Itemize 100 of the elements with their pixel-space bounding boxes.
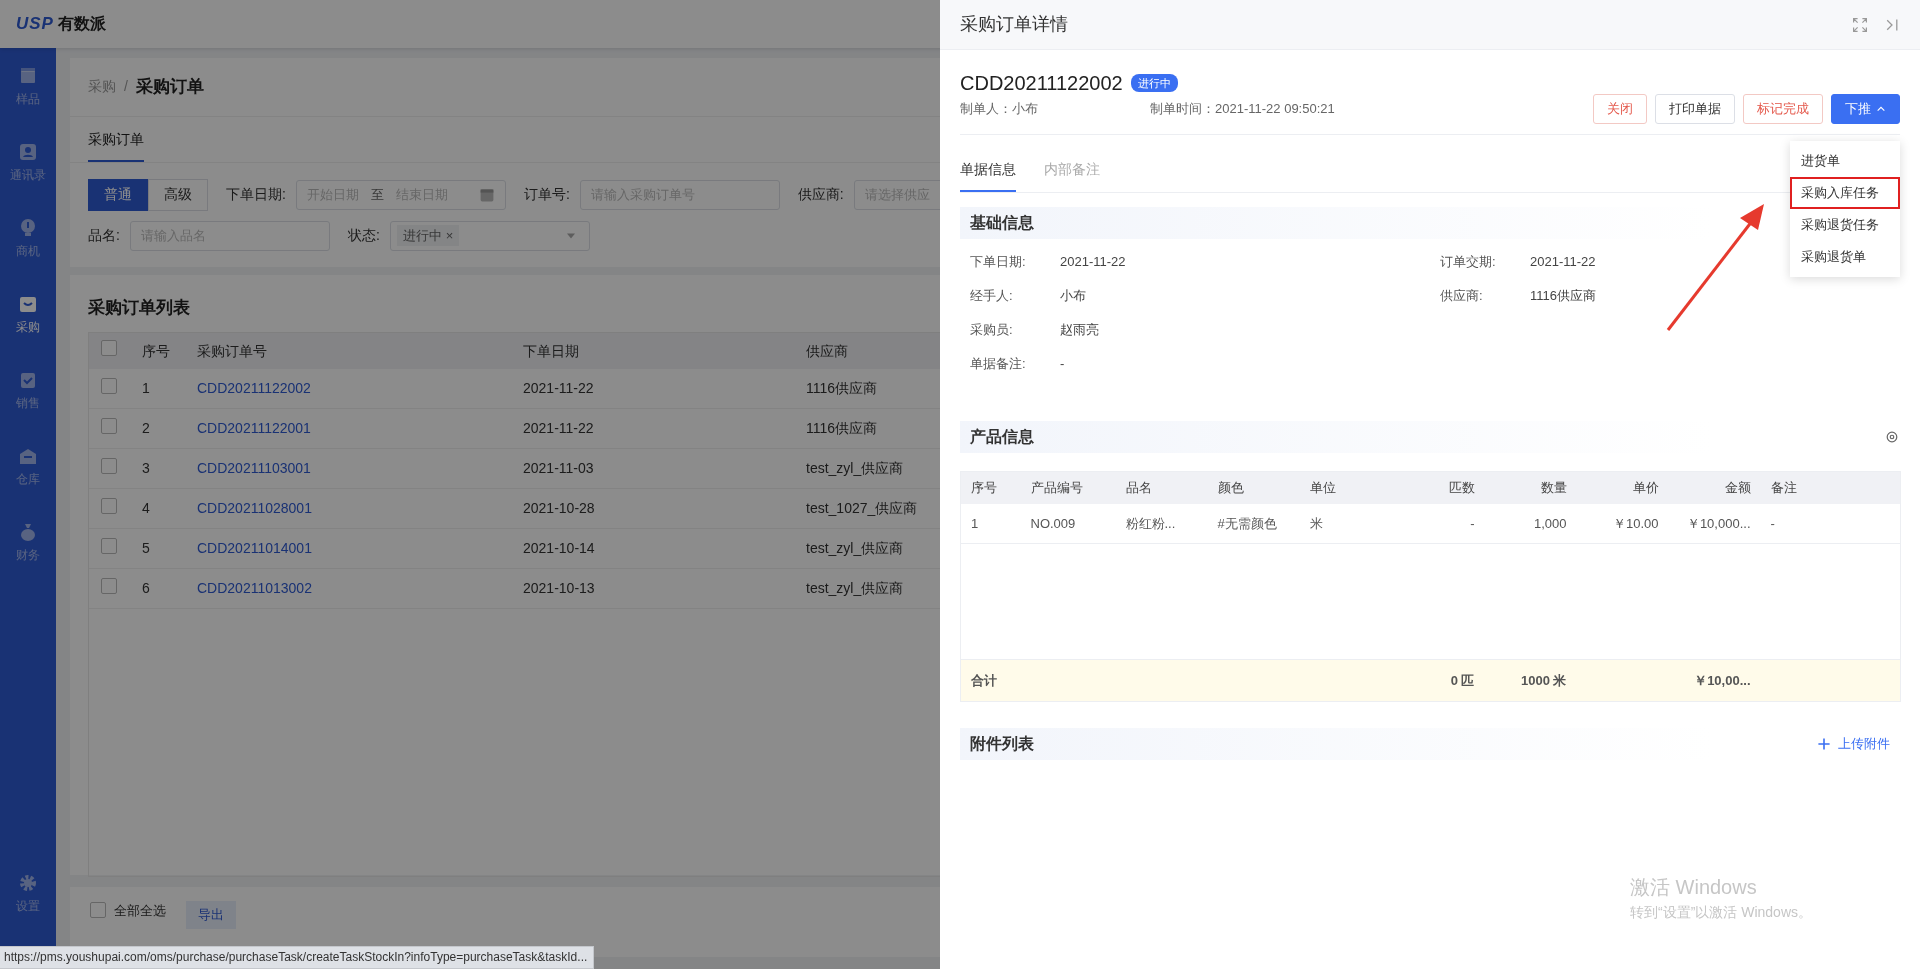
- menu-item[interactable]: 采购退货单: [1790, 241, 1900, 273]
- order-link[interactable]: CDD20211014001: [197, 540, 312, 556]
- table-cell: 4: [142, 500, 150, 516]
- column-header: 单位: [1299, 471, 1392, 504]
- meta-text: 制单人：小布: [960, 100, 1039, 119]
- table-cell: -: [1760, 503, 1901, 544]
- action-button[interactable]: 打印单据: [1655, 94, 1735, 124]
- field-value: 2021-11-22: [1530, 253, 1596, 272]
- field-label: 下单日期:: [969, 253, 1027, 272]
- field-value: 2021-11-22: [1060, 253, 1126, 272]
- mode-toggle[interactable]: 高级: [148, 178, 208, 211]
- table-cell: ￥10,000...: [1668, 503, 1761, 544]
- order-link[interactable]: CDD20211122001: [197, 420, 311, 436]
- order-number: CDD20211122002: [960, 71, 1123, 96]
- table-cell: 6: [142, 580, 150, 596]
- order-link[interactable]: CDD20211103001: [197, 460, 311, 476]
- collapse-icon[interactable]: [1884, 16, 1900, 33]
- table-cell: 粉红粉...: [1115, 503, 1208, 544]
- checkbox-label: 全部全选: [114, 901, 166, 920]
- table-cell: 5: [142, 540, 150, 556]
- field-label: 订单号:: [523, 185, 570, 204]
- plus-icon: [1816, 736, 1832, 752]
- upload-link[interactable]: 上传附件: [1816, 734, 1890, 754]
- list-title: 采购订单列表: [87, 296, 191, 319]
- table-cell: 2021-10-28: [523, 500, 595, 516]
- table-cell: 1116供应商: [806, 420, 878, 436]
- breadcrumb-item: 采购订单: [135, 76, 204, 98]
- column-header: 备注: [1760, 471, 1901, 504]
- table-cell: 1: [142, 380, 150, 396]
- column-header: 匹数: [1391, 471, 1485, 504]
- table-cell: ￥10.00: [1576, 503, 1669, 544]
- column-header: 金额: [1668, 471, 1761, 504]
- column-header: 序号: [960, 471, 1021, 504]
- sidebar-item[interactable]: 采购: [16, 294, 40, 370]
- checkbox[interactable]: [90, 902, 106, 919]
- field-label: 供应商:: [1439, 287, 1484, 306]
- field-value: 赵雨亮: [1060, 321, 1099, 340]
- field-label: 状态:: [347, 226, 380, 245]
- field-label: 采购员:: [969, 321, 1014, 340]
- export-button[interactable]: 导出: [186, 900, 236, 929]
- status-badge: 进行中: [1130, 73, 1178, 93]
- row-checkbox[interactable]: [101, 577, 117, 594]
- table-cell: 2021-11-22: [523, 420, 594, 436]
- action-button[interactable]: 标记完成: [1743, 94, 1823, 124]
- caret-icon: [1876, 104, 1886, 114]
- action-button[interactable]: 关闭: [1593, 94, 1647, 124]
- table-cell: 3: [142, 460, 150, 476]
- table-cell: #无需颜色: [1207, 503, 1300, 544]
- column-header: 供应商: [805, 341, 849, 361]
- row-checkbox[interactable]: [101, 457, 117, 474]
- detail-tab[interactable]: 单据信息: [960, 147, 1016, 192]
- field-value: -: [1060, 355, 1065, 374]
- field-value: 1116供应商: [1530, 287, 1596, 306]
- section-title: 产品信息: [970, 427, 1034, 447]
- table-cell: 2021-10-13: [523, 580, 595, 596]
- column-header: 下单日期: [522, 341, 580, 361]
- fullscreen-icon[interactable]: [1852, 16, 1868, 33]
- action-button[interactable]: 下推: [1831, 94, 1900, 124]
- row-checkbox[interactable]: [101, 497, 117, 514]
- menu-item[interactable]: 进货单: [1790, 145, 1900, 177]
- checkbox[interactable]: [101, 340, 117, 356]
- column-header: 数量: [1484, 471, 1577, 504]
- menu-item[interactable]: 采购入库任务: [1790, 177, 1900, 209]
- column-header: 产品编号: [1020, 471, 1116, 504]
- logo-mark: USP: [16, 13, 54, 36]
- breadcrumb-separator: /: [124, 77, 128, 97]
- total-cell: 合计: [960, 659, 1021, 702]
- field-label: 品名:: [88, 226, 120, 245]
- meta-text: 制单时间：2021-11-22 09:50:21: [1150, 100, 1336, 119]
- order-link[interactable]: CDD20211028001: [197, 500, 312, 516]
- status-tag[interactable]: 进行中 ×: [396, 224, 460, 247]
- mode-toggle[interactable]: 普通: [88, 178, 148, 211]
- table-cell: 1: [960, 503, 1021, 544]
- table-cell: 2021-10-14: [523, 540, 595, 556]
- menu-item[interactable]: 采购退货任务: [1790, 209, 1900, 241]
- section-title: 附件列表: [970, 734, 1034, 754]
- field-label: 经手人:: [969, 287, 1014, 306]
- page-tab[interactable]: 采购订单: [88, 116, 144, 162]
- table-cell: test_zyl_供应商: [806, 580, 904, 596]
- row-checkbox[interactable]: [101, 377, 117, 394]
- field-value: 小布: [1060, 287, 1086, 306]
- row-checkbox[interactable]: [101, 537, 117, 554]
- table-cell: 2021-11-03: [523, 460, 594, 476]
- breadcrumb-item[interactable]: 采购: [88, 76, 116, 98]
- order-link[interactable]: CDD20211013002: [197, 580, 312, 596]
- table-cell: 1,000: [1484, 503, 1577, 544]
- table-cell: test_zyl_供应商: [806, 540, 904, 556]
- section-title: 基础信息: [970, 213, 1034, 233]
- column-header: 品名: [1115, 471, 1208, 504]
- table-cell: 2: [142, 420, 150, 436]
- row-checkbox[interactable]: [101, 417, 117, 434]
- field-label: 下单日期:: [226, 185, 286, 204]
- table-cell: 米: [1299, 503, 1392, 544]
- status-select[interactable]: 进行中 ×: [389, 220, 590, 251]
- activation-notice: 激活 Windows: [1630, 875, 1758, 900]
- detail-tab[interactable]: 内部备注: [1044, 147, 1100, 192]
- total-cell: 0 匹: [1391, 659, 1485, 702]
- order-link[interactable]: CDD20211122002: [197, 380, 311, 396]
- settings-icon[interactable]: [1884, 429, 1900, 445]
- logo-text: 有数派: [57, 14, 106, 34]
